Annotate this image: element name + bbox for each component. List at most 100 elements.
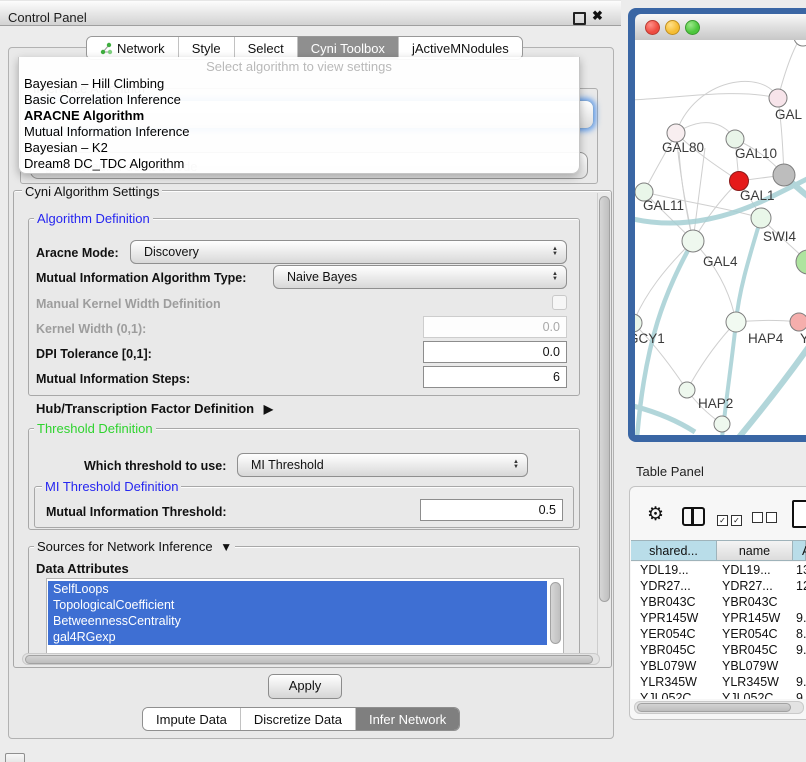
network-node-gcy1[interactable]	[635, 314, 642, 332]
combo-spinner-icon: ▲▼	[513, 460, 519, 470]
select-all-checkboxes-icon[interactable]: ✓✓	[717, 510, 745, 528]
node-label: SWI4	[763, 229, 796, 244]
tab-cyni-toolbox[interactable]: Cyni Toolbox	[297, 37, 398, 59]
deselect-all-checkboxes-icon[interactable]	[752, 510, 780, 528]
table-row[interactable]: YBR045CYBR045C9.	[631, 642, 806, 658]
close-icon[interactable]: ✖	[592, 8, 603, 24]
sources-title: Sources for Network Inference	[37, 539, 213, 554]
data-attributes-list[interactable]: SelfLoops TopologicalCoefficient Between…	[46, 578, 564, 654]
column-header-shared[interactable]: shared...	[631, 540, 717, 561]
node-label: GAL	[775, 107, 803, 122]
node-label: GAL11	[643, 198, 684, 213]
mi-threshold-group-title: MI Threshold Definition	[42, 479, 181, 494]
which-threshold-combobox[interactable]: MI Threshold ▲▼	[237, 453, 528, 477]
new-table-icon[interactable]	[792, 500, 806, 528]
mi-type-combobox[interactable]: Naive Bayes ▲▼	[273, 265, 567, 289]
list-item[interactable]: TopologicalCoefficient	[48, 597, 547, 613]
control-panel-title: Control Panel	[8, 10, 87, 25]
node-label: GAL10	[735, 146, 777, 161]
tab-discretize-data[interactable]: Discretize Data	[240, 708, 355, 730]
gear-icon[interactable]: ⚙	[647, 503, 664, 526]
network-node-gal4[interactable]	[682, 230, 704, 252]
network-graph[interactable]: GAL GAL80 GAL10 GAL1 GAL11 SWI4 GAL4 GCY…	[635, 40, 806, 435]
network-node-swi4[interactable]	[751, 208, 771, 228]
network-canvas[interactable]: GAL GAL80 GAL10 GAL1 GAL11 SWI4 GAL4 GCY…	[635, 40, 806, 435]
minimize-traffic-light-icon[interactable]	[665, 20, 680, 35]
mi-threshold-label: Mutual Information Threshold:	[46, 505, 227, 519]
mi-type-label: Mutual Information Algorithm Type:	[36, 271, 246, 285]
network-window-titlebar[interactable]	[635, 14, 806, 41]
dropdown-item-bayesian-k2[interactable]: Bayesian – K2	[19, 140, 579, 156]
table-row[interactable]: YDL19...YDL19...13	[631, 562, 806, 578]
dropdown-item-aracne[interactable]: ARACNE Algorithm	[19, 108, 579, 124]
network-node-hap4[interactable]	[726, 312, 746, 332]
tab-network-label: Network	[117, 41, 165, 56]
network-node-salmon[interactable]	[790, 313, 806, 331]
mi-threshold-field[interactable]: 0.5	[420, 499, 563, 521]
dropdown-item-mutual-information[interactable]: Mutual Information Inference	[19, 124, 579, 140]
hub-definition-section[interactable]: Hub/Transcription Factor Definition ▶	[36, 401, 273, 416]
float-window-icon[interactable]	[573, 12, 586, 25]
sources-hscrollbar-thumb[interactable]	[25, 655, 593, 664]
dropdown-item-bayesian-hill-climbing[interactable]: Bayesian – Hill Climbing	[19, 76, 579, 92]
apply-button[interactable]: Apply	[268, 674, 342, 699]
kernel-width-field[interactable]: 0.0	[423, 316, 567, 338]
table-hscrollbar[interactable]	[634, 701, 804, 714]
tab-network[interactable]: Network	[87, 37, 178, 59]
dropdown-item-dream8[interactable]: Dream8 DC_TDC Algorithm	[19, 156, 579, 172]
tab-infer-network-label: Infer Network	[369, 712, 446, 727]
network-icon	[100, 42, 113, 55]
tab-impute-data[interactable]: Impute Data	[143, 708, 240, 730]
tab-style[interactable]: Style	[178, 37, 234, 59]
table-row[interactable]: YPR145WYPR145W9.	[631, 610, 806, 626]
tab-discretize-data-label: Discretize Data	[254, 712, 342, 727]
table-row[interactable]: YLR345WYLR345W9.	[631, 674, 806, 690]
network-node-gal[interactable]	[769, 89, 787, 107]
combo-spinner-icon: ▲▼	[552, 247, 558, 257]
sources-section[interactable]: Sources for Network Inference ▼	[34, 539, 235, 554]
table-panel-title: Table Panel	[636, 464, 704, 479]
collapsed-arrow-icon: ▶	[264, 402, 273, 416]
combo-spinner-icon: ▲▼	[552, 272, 558, 282]
tab-select-label: Select	[248, 41, 284, 56]
network-node[interactable]	[714, 416, 730, 432]
network-node-gray[interactable]	[773, 164, 795, 186]
table-row[interactable]: YBR043CYBR043C	[631, 594, 806, 610]
table-body[interactable]: YDL19...YDL19...13 YDR27...YDR27...12 YB…	[631, 562, 806, 699]
threshold-definition-title: Threshold Definition	[34, 421, 156, 436]
manual-kernel-checkbox[interactable]	[552, 295, 567, 310]
columns-icon[interactable]	[682, 507, 705, 526]
close-traffic-light-icon[interactable]	[645, 20, 660, 35]
column-header-partial[interactable]: A	[793, 540, 806, 561]
tab-jactivemnodules[interactable]: jActiveMNodules	[398, 37, 522, 59]
node-label: HAP4	[748, 331, 784, 346]
table-row[interactable]: YJL052CYJL052C9	[631, 690, 806, 699]
network-node-hap2[interactable]	[679, 382, 695, 398]
aracne-mode-value: Discovery	[144, 245, 552, 259]
tab-infer-network[interactable]: Infer Network	[355, 708, 459, 730]
settings-scrollbar-thumb[interactable]	[599, 196, 610, 602]
dropdown-item-basic-correlation[interactable]: Basic Correlation Inference	[19, 92, 579, 108]
table-hscrollbar-thumb[interactable]	[637, 703, 791, 712]
table-row[interactable]: YBL079WYBL079W	[631, 658, 806, 674]
settings-scrollbar[interactable]	[597, 193, 610, 663]
network-node-green[interactable]	[796, 250, 806, 274]
list-item[interactable]: gal4RGexp	[48, 629, 547, 645]
table-row[interactable]: YER054CYER054C8.	[631, 626, 806, 642]
list-item[interactable]: BetweennessCentrality	[48, 613, 547, 629]
aracne-mode-combobox[interactable]: Discovery ▲▼	[130, 240, 567, 264]
table-row[interactable]: YDR27...YDR27...12	[631, 578, 806, 594]
column-header-name[interactable]: name	[717, 540, 793, 561]
which-threshold-value: MI Threshold	[251, 458, 513, 472]
attributes-scrollbar-thumb[interactable]	[550, 582, 561, 644]
sources-hscrollbar[interactable]	[22, 653, 600, 665]
mi-steps-field[interactable]: 6	[423, 366, 567, 388]
dock-panel-icon[interactable]	[5, 753, 25, 762]
zoom-traffic-light-icon[interactable]	[685, 20, 700, 35]
hub-definition-label: Hub/Transcription Factor Definition	[36, 401, 254, 416]
tab-select[interactable]: Select	[234, 37, 297, 59]
control-panel-titlebar	[0, 0, 621, 26]
dpi-tolerance-field[interactable]: 0.0	[423, 341, 567, 363]
data-attributes-label: Data Attributes	[36, 561, 129, 576]
list-item[interactable]: SelfLoops	[48, 581, 547, 597]
